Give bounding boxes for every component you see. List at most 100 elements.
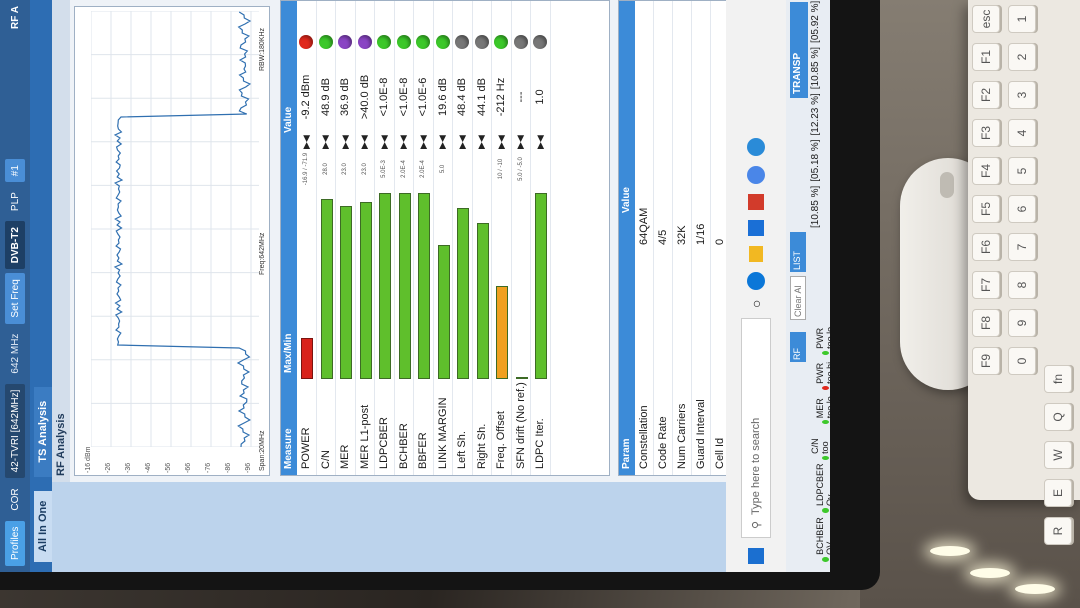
keyboard-key: Q (1044, 403, 1072, 431)
status-led-icon (474, 35, 489, 49)
folder-icon[interactable] (749, 245, 763, 262)
measure-bar-cell (455, 189, 470, 379)
limit-arrows-icon: ▶◀ (476, 135, 487, 149)
keyboard: esc F1 F2 F3 F4 F5 F6 F7 F8 F9 1 2 3 4 5 6 7 8 9 0 fn Q W E R (968, 0, 1080, 545)
spectrum-y-tick: -16 dBm (85, 446, 92, 473)
measure-bar (457, 208, 470, 379)
measure-label: POWER (300, 427, 313, 469)
measure-row: C/N 28.0 ▶◀ 48.9 dB (316, 1, 336, 475)
status-led-icon (455, 35, 470, 49)
transport-header: TRANSP (790, 2, 808, 98)
measure-bar-cell (299, 189, 314, 379)
measure-value: <1.0E-8 (397, 77, 410, 117)
keyboard-key: E (1044, 479, 1072, 507)
measure-limits: 10 / -10 (498, 158, 505, 180)
windows-taskbar: ⚲ Type here to search ○ (726, 0, 786, 572)
keyboard-key: 7 (1008, 233, 1036, 261)
status-led-icon (435, 35, 450, 49)
param-label: Guard Interval (695, 399, 707, 469)
param-row: Constellation 64QAM (635, 1, 654, 475)
alarm-item: PWR too lo (810, 322, 830, 355)
frequency-display: 642 MHz (9, 333, 21, 374)
measure-row: MER L1-post 23.0 ▶◀ >40.0 dB (355, 1, 375, 475)
ie-icon[interactable] (747, 137, 765, 156)
edge-icon[interactable] (747, 271, 765, 290)
value-col-header: Value (283, 106, 294, 133)
measure-row: Left Sh. ▶◀ 48.4 dB (453, 1, 473, 475)
measure-bar-cell (319, 189, 333, 379)
standard-label: COR (9, 488, 21, 511)
measure-limits: 2.0E-4 (400, 160, 407, 178)
measure-bar-cell (475, 189, 489, 379)
measure-row: BCHBER 2.0E-4 ▶◀ <1.0E-8 (394, 1, 414, 475)
keyboard-key: F7 (972, 271, 1000, 299)
task-view-icon[interactable]: ○ (748, 300, 764, 308)
profiles-button[interactable]: Profiles (5, 520, 25, 566)
measure-bar-cell (338, 189, 353, 379)
taskbar-search-box[interactable]: ⚲ Type here to search (741, 318, 771, 538)
rf-analysis-window: RF Analysis -16 dBm -26 -36 -46 -56 -66 -76 -86… (52, 0, 830, 482)
limit-arrows-icon: ▶◀ (495, 135, 506, 149)
tab-ts-analysis[interactable]: TS Analysis (34, 386, 52, 477)
office-icon[interactable] (748, 193, 764, 210)
measure-value: -212 Hz (495, 77, 508, 117)
param-value: 64QAM (638, 207, 650, 245)
alarm-item: PWR too hi (810, 357, 830, 390)
spectrum-y-tick: -86 (225, 462, 232, 473)
maxmin-col-header: Max/Min (283, 333, 294, 373)
measure-label: LDPCBER (378, 417, 391, 469)
measure-bar-cell (533, 189, 548, 379)
param-value: 32K (676, 225, 688, 245)
alarm-item: BCHBER OV (810, 515, 830, 562)
measure-value: --- (514, 91, 527, 103)
set-freq-button[interactable]: Set Freq (5, 273, 25, 324)
keyboard-key: 0 (1008, 347, 1036, 375)
list-tab[interactable]: LIST (790, 232, 806, 272)
measure-bar-cell (416, 189, 431, 379)
keyboard-key: F1 (972, 43, 1000, 71)
channel-select[interactable]: 42-TVRI [642MHz] (5, 383, 25, 479)
limit-arrows-icon: ▶◀ (456, 135, 467, 149)
measure-bar (379, 193, 392, 379)
alarm-led-icon (821, 508, 829, 514)
measure-value: 44.1 dB (475, 78, 488, 116)
param-row: Code Rate 4/5 (654, 1, 673, 475)
plp-select[interactable]: #1 (5, 159, 25, 183)
measure-bar-cell (377, 189, 392, 379)
measure-value: 48.9 dB (319, 78, 332, 116)
measure-row: Freq. Offset 10 / -10 ▶◀ -212 Hz (492, 1, 512, 475)
span-label: Span:20MHz (259, 430, 266, 471)
clear-all-button[interactable]: Clear Al (790, 276, 806, 320)
plp-label: PLP (9, 192, 21, 212)
keyboard-key: 8 (1008, 271, 1036, 299)
spectrum-y-tick: -46 (145, 462, 152, 473)
tab-all-in-one[interactable]: All In One (34, 490, 52, 562)
spectrum-y-tick: -26 (105, 462, 112, 473)
limit-arrows-icon: ▶◀ (300, 135, 311, 149)
limit-arrows-icon: ▶◀ (320, 135, 331, 149)
measure-bar (476, 223, 489, 379)
rotated-screen-content: Profiles COR 42-TVRI [642MHz] 642 MHz Se… (0, 0, 830, 572)
light-reflection (930, 546, 970, 556)
status-led-icon (396, 35, 411, 49)
right-panel: TRANSP [10.85 %] [05.18 %] [12.23 %] [10.85… (786, 0, 830, 572)
store-icon[interactable] (748, 219, 764, 236)
status-led-icon (318, 35, 333, 49)
measure-bar (437, 245, 450, 379)
measure-bar (359, 202, 372, 379)
windows-start-icon[interactable] (748, 548, 764, 564)
monitor-bezel: Profiles COR 42-TVRI [642MHz] 642 MHz Se… (0, 0, 880, 590)
measure-label: MER L1-post (358, 404, 371, 469)
chrome-icon[interactable] (747, 165, 765, 184)
measure-table-header: Measure Max/Min Value (281, 1, 297, 475)
limit-arrows-icon: ▶◀ (437, 135, 448, 149)
param-label: Cell Id (714, 437, 726, 469)
measure-label: SFN drift (No ref.) (514, 382, 527, 469)
measure-value: 36.9 dB (339, 78, 352, 116)
light-reflection (970, 568, 1010, 578)
param-value-col-header: Value (621, 187, 632, 214)
keyboard-key: 6 (1008, 195, 1036, 223)
alarm-led-icon (821, 350, 829, 355)
measure-value: 1.0 (534, 89, 547, 105)
spectrum-plot: -16 dBm -26 -36 -46 -56 -66 -76 -86 -96 Span:20M… (74, 6, 270, 476)
